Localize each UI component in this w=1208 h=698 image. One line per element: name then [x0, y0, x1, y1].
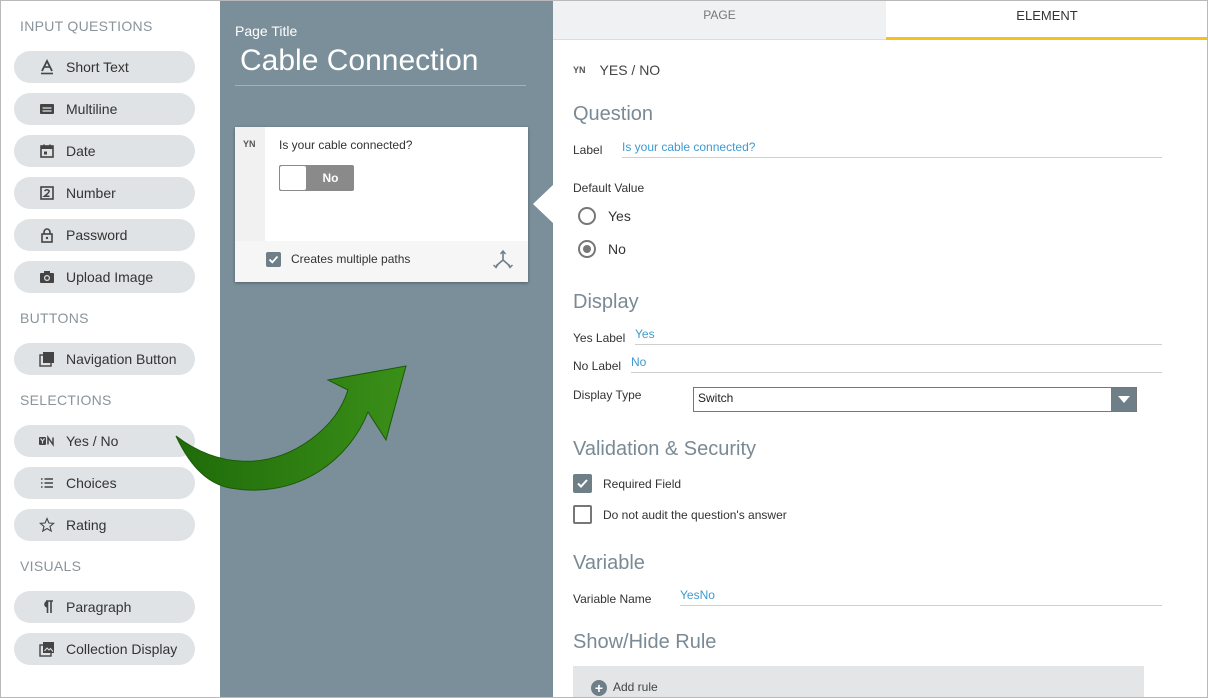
- page-title[interactable]: Cable Connection: [240, 44, 479, 78]
- star-icon: [38, 516, 56, 534]
- label-input[interactable]: Is your cable connected?: [622, 136, 1162, 158]
- panel-tabs: PAGE ELEMENT: [553, 0, 1208, 40]
- yes-no-icon: [38, 432, 56, 450]
- required-field-label: Required Field: [603, 476, 682, 491]
- tab-element[interactable]: ELEMENT: [886, 0, 1208, 40]
- radio-button[interactable]: [578, 207, 596, 225]
- palette-item-paragraph[interactable]: Paragraph: [14, 591, 195, 623]
- add-rule-button[interactable]: + Add rule: [573, 666, 1144, 698]
- list-icon: [38, 474, 56, 492]
- palette-item-choices[interactable]: Choices: [14, 467, 195, 499]
- palette-item-navigation-button[interactable]: Navigation Button: [14, 343, 195, 375]
- palette-item-label: Collection Display: [66, 641, 178, 657]
- display-heading: Display: [573, 291, 639, 313]
- radio-label: Yes: [608, 208, 631, 224]
- display-type-value: Switch: [698, 391, 734, 405]
- palette-item-label: Date: [66, 143, 96, 159]
- question-text: Is your cable connected?: [279, 138, 413, 152]
- palette-item-rating[interactable]: Rating: [14, 509, 195, 541]
- required-field-checkbox[interactable]: [573, 474, 592, 493]
- palette-item-password[interactable]: Password: [14, 219, 195, 251]
- palette-item-short-text[interactable]: Short Text: [14, 51, 195, 83]
- page-title-label: Page Title: [235, 23, 298, 39]
- section-title-selections: SELECTIONS: [20, 392, 112, 408]
- palette-item-number[interactable]: Number: [14, 177, 195, 209]
- element-type-label: YES / NO: [599, 62, 661, 78]
- palette-item-label: Upload Image: [66, 269, 154, 285]
- palette-item-label: Paragraph: [66, 599, 132, 615]
- section-title-buttons: BUTTONS: [20, 310, 89, 326]
- chevron-down-icon[interactable]: [1111, 388, 1136, 411]
- no-label-input[interactable]: No: [631, 351, 1162, 373]
- number-icon: [38, 184, 56, 202]
- page-title-underline: [235, 85, 526, 86]
- question-heading: Question: [573, 103, 654, 125]
- variable-name-label: Variable Name: [573, 592, 652, 606]
- form-canvas: Page Title Cable Connection YN Is your c…: [220, 0, 553, 698]
- palette-item-label: Password: [66, 227, 128, 243]
- no-audit-label: Do not audit the question's answer: [603, 507, 787, 522]
- yes-label-input[interactable]: Yes: [635, 323, 1162, 345]
- palette-item-multiline[interactable]: Multiline: [14, 93, 195, 125]
- no-label-field-label: No Label: [573, 359, 622, 373]
- palette-item-upload-image[interactable]: Upload Image: [14, 261, 195, 293]
- yes-no-question-card[interactable]: YN Is your cable connected? No Creates m…: [235, 127, 528, 282]
- radio-button[interactable]: [578, 240, 596, 258]
- tab-page[interactable]: PAGE: [553, 0, 886, 40]
- lock-icon: [38, 226, 56, 244]
- text-a-icon: [38, 58, 56, 76]
- calendar-icon: [38, 142, 56, 160]
- add-rule-label: Add rule: [613, 680, 658, 694]
- image-collection-icon: [38, 640, 56, 658]
- camera-icon: [38, 268, 56, 286]
- palette-item-label: Yes / No: [66, 433, 119, 449]
- yes-label-field-label: Yes Label: [573, 331, 626, 345]
- default-yes-radio[interactable]: Yes: [578, 207, 631, 225]
- display-type-select[interactable]: Switch: [693, 387, 1137, 412]
- switch-knob: [280, 166, 306, 190]
- palette-item-label: Rating: [66, 517, 107, 533]
- palette-item-date[interactable]: Date: [14, 135, 195, 167]
- multiple-paths-checkbox[interactable]: [266, 252, 281, 267]
- properties-panel: PAGE ELEMENT YN YES / NO Question Label …: [553, 0, 1208, 698]
- palette-item-yes-no[interactable]: Yes / No: [14, 425, 195, 457]
- element-type-header: YN YES / NO: [573, 62, 660, 78]
- multiline-icon: [38, 100, 56, 118]
- multiple-paths-label: Creates multiple paths: [291, 252, 411, 266]
- selection-pointer: [533, 184, 554, 224]
- palette-item-label: Multiline: [66, 101, 118, 117]
- sidebar: INPUT QUESTIONS Short Text Multiline Dat…: [0, 0, 220, 698]
- branch-icon[interactable]: [492, 249, 514, 276]
- section-title-visuals: VISUALS: [20, 558, 82, 574]
- palette-item-label: Short Text: [66, 59, 129, 75]
- no-audit-checkbox[interactable]: [573, 505, 592, 524]
- default-value-label: Default Value: [573, 181, 645, 195]
- yes-no-switch[interactable]: No: [279, 165, 354, 191]
- show-hide-rule-heading: Show/Hide Rule: [573, 631, 717, 653]
- section-title-input-questions: INPUT QUESTIONS: [20, 18, 153, 34]
- palette-item-label: Choices: [66, 475, 117, 491]
- yes-no-icon: YN: [573, 65, 586, 75]
- display-type-label: Display Type: [573, 388, 642, 402]
- default-no-radio[interactable]: No: [578, 240, 626, 258]
- no-audit-row[interactable]: Do not audit the question's answer: [573, 505, 787, 524]
- validation-heading: Validation & Security: [573, 438, 757, 460]
- radio-label: No: [608, 241, 626, 257]
- palette-item-label: Number: [66, 185, 116, 201]
- paragraph-icon: [38, 598, 56, 616]
- plus-icon: +: [591, 680, 607, 696]
- palette-item-label: Navigation Button: [66, 351, 177, 367]
- variable-name-input[interactable]: YesNo: [680, 584, 1162, 606]
- variable-heading: Variable: [573, 552, 645, 574]
- palette-item-collection-display[interactable]: Collection Display: [14, 633, 195, 665]
- stack-icon: [38, 350, 56, 368]
- required-field-row[interactable]: Required Field: [573, 474, 681, 493]
- check-icon: [577, 479, 588, 488]
- label-field-label: Label: [573, 143, 603, 157]
- check-icon: [268, 255, 279, 264]
- switch-value: No: [322, 171, 339, 185]
- yes-no-icon: YN: [243, 139, 256, 149]
